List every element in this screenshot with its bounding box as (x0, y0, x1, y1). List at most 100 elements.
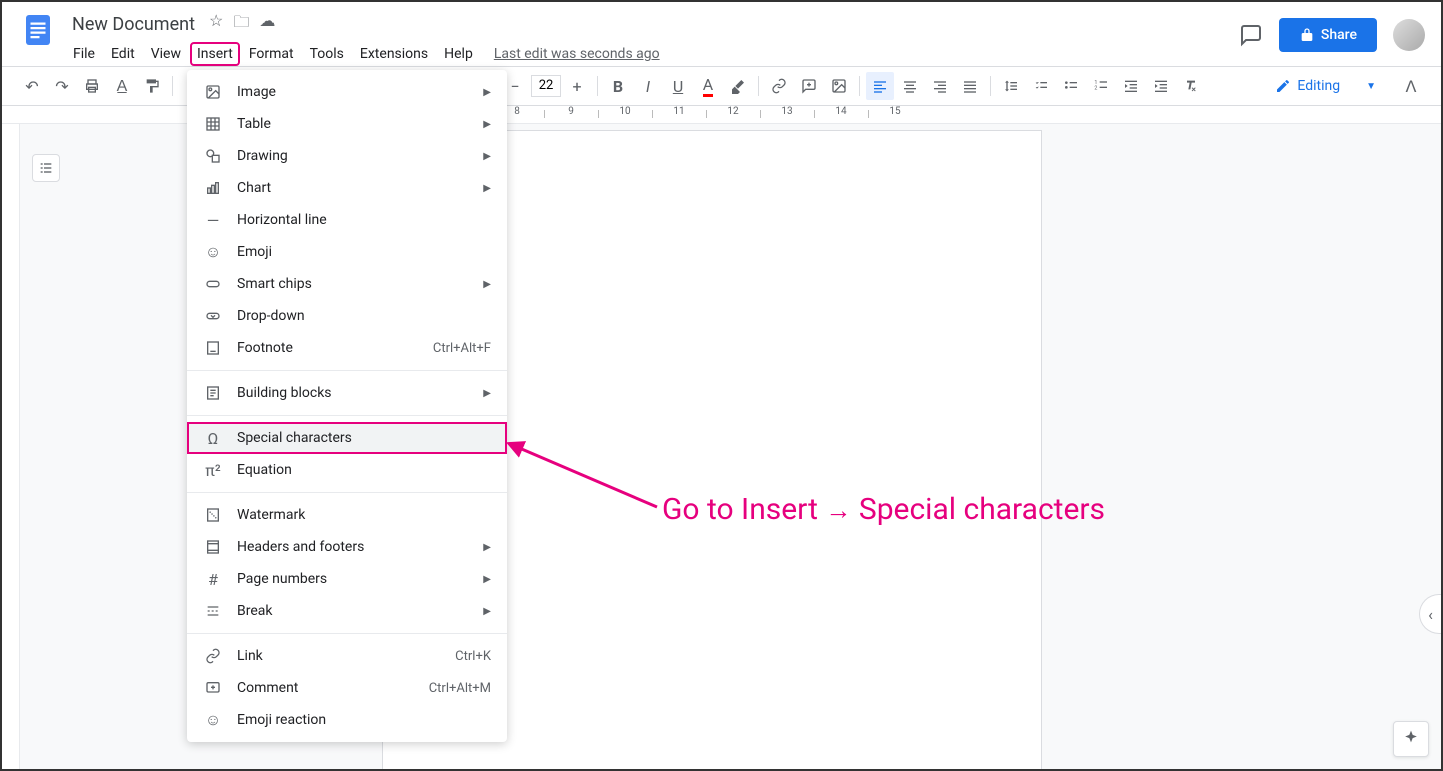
comment-history-icon[interactable] (1239, 23, 1263, 47)
menu-tools[interactable]: Tools (303, 42, 351, 66)
numbered-list-button[interactable]: 12 (1087, 72, 1115, 100)
menu-format[interactable]: Format (242, 42, 301, 66)
collapse-toolbar-button[interactable]: ᐱ (1397, 72, 1425, 100)
add-comment-button[interactable] (795, 72, 823, 100)
submenu-arrow-icon: ▶ (483, 388, 491, 399)
menu-item-smart-chips[interactable]: Smart chips ▶ (187, 268, 507, 300)
increase-indent-button[interactable] (1147, 72, 1175, 100)
menu-item-drawing[interactable]: Drawing ▶ (187, 140, 507, 172)
menu-extensions[interactable]: Extensions (353, 42, 435, 66)
explore-button[interactable] (1393, 721, 1429, 757)
ruler-tick: 9 (544, 106, 598, 117)
shortcut-label: Ctrl+K (455, 649, 491, 664)
highlight-button[interactable] (724, 72, 752, 100)
svg-text:2: 2 (1094, 85, 1097, 91)
font-size-control[interactable]: − 22 + (501, 72, 591, 100)
user-avatar[interactable] (1393, 19, 1425, 51)
clear-formatting-button[interactable] (1177, 72, 1205, 100)
insert-menu-dropdown: Image ▶ Table ▶ Drawing ▶ Chart ▶ ― Hori… (187, 70, 507, 742)
text-color-button[interactable]: A (694, 72, 722, 100)
ruler-tick: 13 (760, 106, 814, 117)
menu-item-break[interactable]: Break ▶ (187, 595, 507, 627)
bulleted-list-button[interactable] (1057, 72, 1085, 100)
docs-logo[interactable] (18, 10, 58, 50)
menu-item-headers-footers[interactable]: Headers and footers ▶ (187, 531, 507, 563)
editing-mode-button[interactable]: Editing ▼ (1264, 73, 1387, 99)
submenu-arrow-icon: ▶ (483, 151, 491, 162)
menu-item-dropdown[interactable]: Drop-down (187, 300, 507, 332)
decrease-indent-button[interactable] (1117, 72, 1145, 100)
ruler-tick: 15 (868, 106, 922, 117)
image-icon (203, 82, 223, 102)
chart-icon (203, 178, 223, 198)
align-center-button[interactable] (896, 72, 924, 100)
menu-view[interactable]: View (144, 42, 188, 66)
insert-link-button[interactable] (765, 72, 793, 100)
vertical-ruler[interactable] (2, 124, 20, 769)
star-icon[interactable]: ☆ (209, 11, 223, 38)
pencil-icon (1275, 78, 1291, 94)
line-spacing-button[interactable] (997, 72, 1025, 100)
submenu-arrow-icon: ▶ (483, 183, 491, 194)
menu-item-building-blocks[interactable]: Building blocks ▶ (187, 377, 507, 409)
document-outline-button[interactable] (32, 154, 60, 182)
menu-item-footnote[interactable]: Footnote Ctrl+Alt+F (187, 332, 507, 364)
chevron-down-icon: ▼ (1366, 81, 1376, 92)
link-icon (203, 646, 223, 666)
share-button-label: Share (1321, 27, 1357, 43)
docs-icon (20, 12, 56, 48)
last-edit-link[interactable]: Last edit was seconds ago (494, 46, 660, 62)
horizontal-line-icon: ― (203, 210, 223, 230)
menu-item-horizontal-line[interactable]: ― Horizontal line (187, 204, 507, 236)
menu-item-watermark[interactable]: Watermark (187, 499, 507, 531)
hash-icon: # (203, 569, 223, 589)
title-area: New Document ☆ 🗀 ☁ File Edit View Insert… (66, 10, 1239, 68)
print-button[interactable] (78, 72, 106, 100)
font-size-value[interactable]: 22 (531, 75, 561, 97)
emoji-icon: ☺ (203, 242, 223, 262)
menu-item-comment[interactable]: Comment Ctrl+Alt+M (187, 672, 507, 704)
align-right-button[interactable] (926, 72, 954, 100)
menu-item-equation[interactable]: π² Equation (187, 454, 507, 486)
menu-insert[interactable]: Insert (190, 42, 240, 66)
undo-button[interactable]: ↶ (18, 72, 46, 100)
menu-item-link[interactable]: Link Ctrl+K (187, 640, 507, 672)
menu-item-special-characters[interactable]: Ω Special characters (187, 422, 507, 454)
menu-edit[interactable]: Edit (104, 42, 142, 66)
editing-mode-label: Editing (1297, 78, 1340, 94)
move-icon[interactable]: 🗀 (233, 11, 249, 38)
underline-button[interactable]: U (664, 72, 692, 100)
font-size-increase[interactable]: + (563, 72, 591, 100)
menu-item-table[interactable]: Table ▶ (187, 108, 507, 140)
emoji-reaction-icon: ☺ (203, 710, 223, 730)
paint-format-button[interactable] (138, 72, 166, 100)
menu-item-image[interactable]: Image ▶ (187, 76, 507, 108)
smart-chips-icon (203, 274, 223, 294)
lock-icon (1299, 27, 1315, 43)
spellcheck-button[interactable]: A̲ (108, 72, 136, 100)
insert-image-button[interactable] (825, 72, 853, 100)
menu-item-emoji[interactable]: ☺ Emoji (187, 236, 507, 268)
document-title[interactable]: New Document (66, 12, 201, 37)
break-icon (203, 601, 223, 621)
menu-item-emoji-reaction[interactable]: ☺ Emoji reaction (187, 704, 507, 736)
menu-item-page-numbers[interactable]: # Page numbers ▶ (187, 563, 507, 595)
menu-bar: File Edit View Insert Format Tools Exten… (66, 40, 1239, 68)
share-button[interactable]: Share (1279, 18, 1377, 52)
bold-button[interactable]: B (604, 72, 632, 100)
menu-item-chart[interactable]: Chart ▶ (187, 172, 507, 204)
dropdown-icon (203, 306, 223, 326)
comment-icon (203, 678, 223, 698)
ruler-tick: 14 (814, 106, 868, 117)
shortcut-label: Ctrl+Alt+F (433, 341, 491, 356)
align-justify-button[interactable] (956, 72, 984, 100)
menu-file[interactable]: File (66, 42, 102, 66)
italic-button[interactable]: I (634, 72, 662, 100)
align-left-button[interactable] (866, 72, 894, 100)
drawing-icon (203, 146, 223, 166)
redo-button[interactable]: ↷ (48, 72, 76, 100)
checklist-button[interactable] (1027, 72, 1055, 100)
cloud-status-icon[interactable]: ☁ (259, 11, 275, 38)
submenu-arrow-icon: ▶ (483, 606, 491, 617)
menu-help[interactable]: Help (437, 42, 480, 66)
